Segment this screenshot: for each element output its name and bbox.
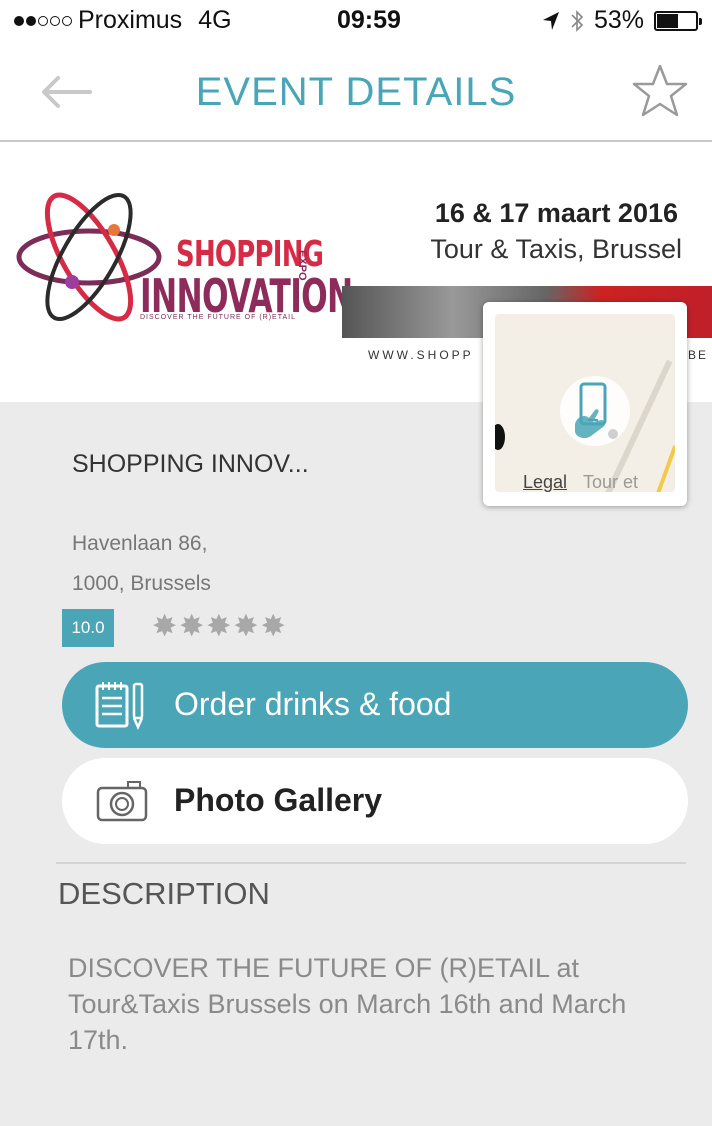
signal-strength-icon: [14, 15, 72, 26]
photo-gallery-button[interactable]: Photo Gallery: [62, 758, 688, 844]
phone-tap-icon: [575, 382, 618, 439]
star-icon: ✸: [260, 610, 286, 643]
page-title: EVENT DETAILS: [195, 70, 517, 114]
star-icon: ✸: [179, 610, 205, 643]
star-icon: ✸: [233, 610, 259, 643]
event-info: SHOPPING INNOV... Havenlaan 86, 1000, Br…: [0, 402, 712, 1126]
map-legal-link[interactable]: Legal: [523, 472, 567, 492]
battery-percent: 53%: [593, 6, 644, 34]
star-rating: ✸ ✸ ✸ ✸ ✸: [152, 612, 286, 642]
camera-icon: [96, 781, 148, 822]
order-notepad-icon: [95, 682, 144, 730]
map-thumbnail[interactable]: Legal Tour et Taxis: [483, 302, 687, 506]
photo-button-label: Photo Gallery: [174, 782, 383, 818]
banner-website-suffix: BE: [688, 348, 709, 362]
location-arrow-icon: [542, 11, 559, 30]
description-heading: DESCRIPTION: [58, 876, 270, 911]
logo-tagline: DISCOVER THE FUTURE OF (R)ETAIL: [140, 314, 296, 321]
logo-text-expo: EXPO: [296, 250, 308, 281]
status-bar: Proximus 4G 09:59 53%: [0, 0, 712, 44]
clock: 09:59: [337, 6, 401, 34]
address-line-1: Havenlaan 86,: [72, 532, 208, 555]
description-text: DISCOVER THE FUTURE OF (R)ETAIL at Tour&…: [68, 953, 627, 1055]
map-marker: [495, 424, 505, 450]
star-icon: ✸: [152, 610, 178, 643]
order-button-label: Order drinks & food: [174, 686, 452, 722]
bluetooth-icon: [571, 9, 584, 32]
address-line-2: 1000, Brussels: [72, 572, 211, 595]
carrier-name: Proximus: [78, 6, 183, 34]
map-place-label: Tour et Taxis: [583, 472, 639, 492]
venue-name: SHOPPING INNOV...: [72, 450, 309, 478]
nav-bar: EVENT DETAILS: [0, 50, 712, 142]
rating-badge: 10.0: [62, 609, 114, 647]
network-type: 4G: [198, 6, 232, 34]
banner-venue: Tour & Taxis, Brussel: [430, 234, 682, 264]
map-area[interactable]: Legal Tour et Taxis: [495, 314, 675, 492]
banner-website: WWW.SHOPP: [368, 348, 474, 362]
banner-date: 16 & 17 maart 2016: [434, 198, 678, 228]
carrier-info: Proximus 4G: [14, 6, 232, 35]
favorite-star-icon[interactable]: [630, 62, 690, 122]
status-right: 53%: [542, 6, 702, 35]
battery-icon: [654, 10, 702, 31]
order-drinks-food-button[interactable]: Order drinks & food: [62, 662, 688, 748]
section-divider: [56, 862, 686, 864]
star-icon: ✸: [206, 610, 232, 643]
